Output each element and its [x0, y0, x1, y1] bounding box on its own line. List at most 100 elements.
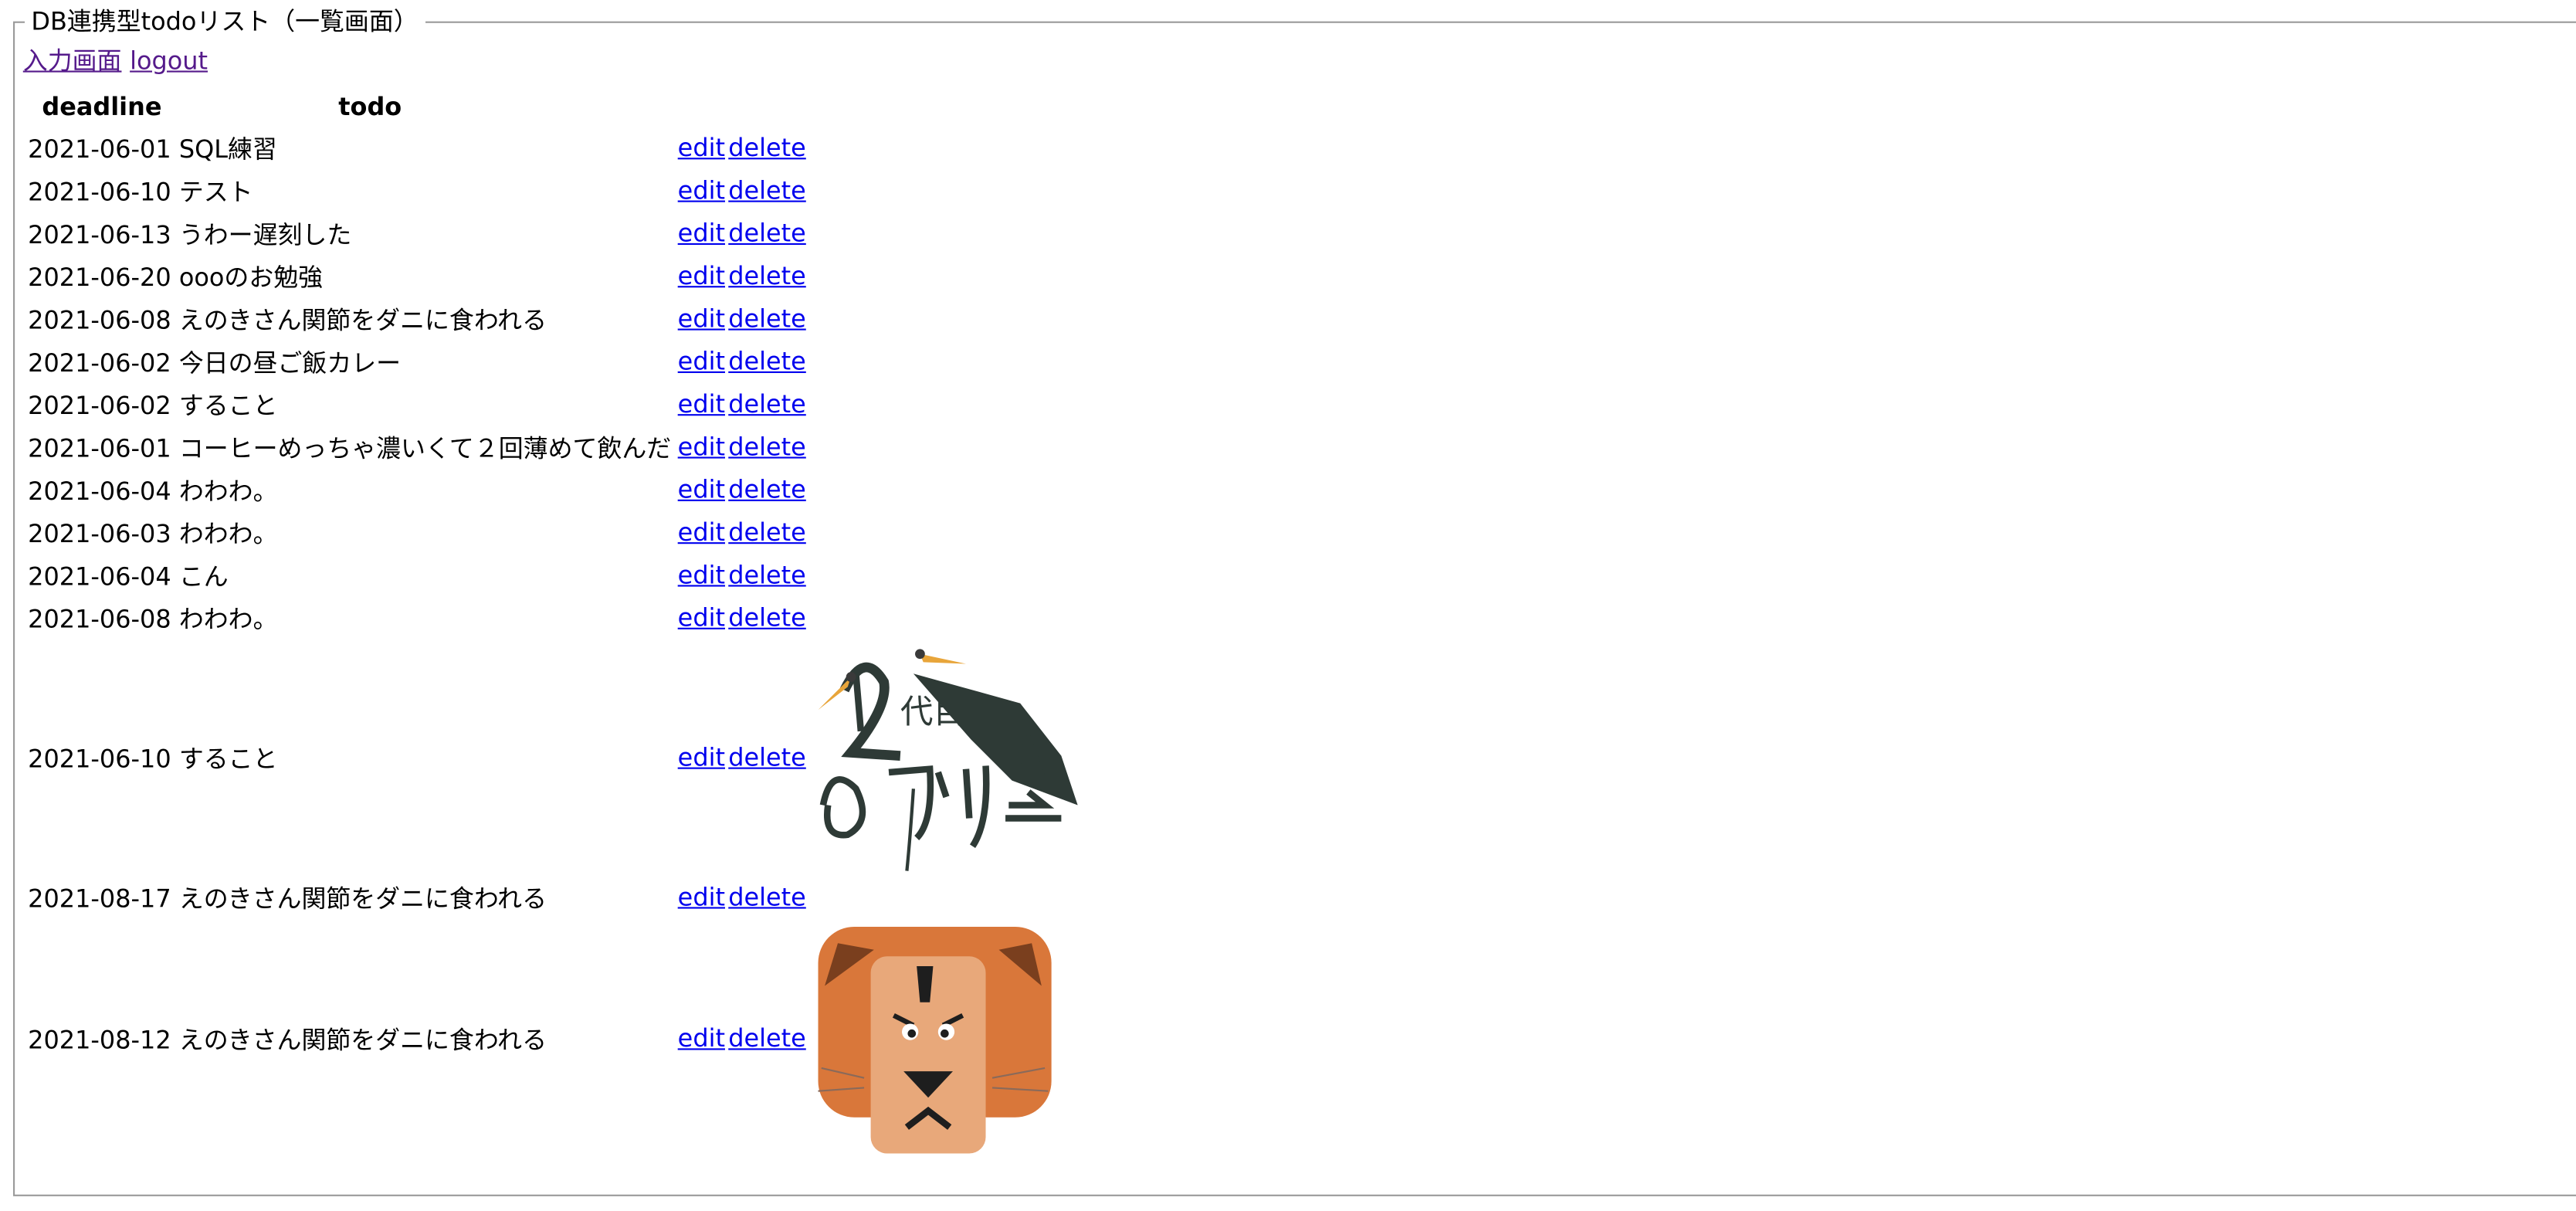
todo-cell: 2021-06-08 わわわ。	[26, 598, 673, 637]
todo-value: SQL練習	[178, 134, 277, 164]
actions-cell: edit delete	[676, 128, 812, 168]
todo-cell: 2021-06-04 こん	[26, 555, 673, 595]
image-cell	[814, 299, 1076, 338]
input-screen-link[interactable]: 入力画面	[23, 46, 122, 76]
delete-link[interactable]: delete	[728, 261, 806, 290]
deadline-header: deadline	[42, 92, 162, 122]
actions-cell: edit delete	[676, 256, 812, 296]
todo-cell: 2021-06-20 oooのお勉強	[26, 256, 673, 296]
delete-link[interactable]: delete	[728, 560, 806, 589]
delete-link[interactable]: delete	[728, 432, 806, 462]
table-row: 2021-06-10 すること edit delete 代目	[26, 640, 1077, 874]
delete-link[interactable]: delete	[728, 389, 806, 419]
delete-link[interactable]: delete	[728, 176, 806, 205]
edit-link[interactable]: edit	[678, 304, 725, 334]
todo-cell: 2021-06-10 すること	[26, 641, 673, 874]
actions-cell: edit delete	[676, 299, 812, 338]
fieldset-legend: DB連携型todoリスト（一覧画面）	[31, 6, 419, 36]
actions-cell: edit delete	[676, 470, 812, 509]
lion-pupil-right	[940, 1029, 948, 1038]
deadline-value: 2021-06-04	[28, 475, 171, 506]
image-cell	[814, 920, 1077, 1157]
table-row: 2021-06-03 わわわ。 edit delete	[26, 513, 1077, 552]
actions-cell: edit delete	[676, 513, 812, 552]
table-row: 2021-06-04 わわわ。 edit delete	[26, 470, 1077, 509]
todo-value: コーヒーめっちゃ濃いくて２回薄めて飲んだ	[178, 432, 672, 463]
todo-cell: 2021-06-01 コーヒーめっちゃ濃いくて２回薄めて飲んだ	[26, 427, 673, 466]
image-cell: 代目	[814, 640, 1077, 874]
todo-cell: 2021-06-01 SQL練習	[26, 128, 673, 168]
edit-link[interactable]: edit	[678, 219, 725, 248]
delete-link[interactable]: delete	[728, 1023, 806, 1053]
deadline-value: 2021-06-01	[28, 432, 171, 463]
edit-link[interactable]: edit	[678, 743, 725, 772]
deadline-value: 2021-06-13	[28, 219, 171, 249]
todo-cell: 2021-08-17 えのきさん関節をダニに食われる	[26, 877, 673, 917]
crane-script-daime: 代目	[900, 694, 965, 731]
deadline-value: 2021-06-04	[28, 561, 171, 591]
actions-cell: edit delete	[676, 877, 812, 917]
image-cell	[814, 470, 1076, 509]
delete-link[interactable]: delete	[728, 347, 806, 376]
image-cell	[814, 877, 1076, 917]
table-row: 2021-06-10 テスト edit delete	[26, 171, 1077, 210]
todo-value: えのきさん関節をダニに食われる	[178, 883, 547, 913]
table-row: 2021-06-02 すること edit delete	[26, 385, 1077, 424]
edit-link[interactable]: edit	[678, 882, 725, 911]
image-cell	[814, 555, 1076, 595]
edit-link[interactable]: edit	[678, 517, 725, 547]
todo-value: 今日の昼ご飯カレー	[178, 347, 402, 378]
image-cell	[814, 256, 1076, 296]
edit-link[interactable]: edit	[678, 347, 725, 376]
delete-link[interactable]: delete	[728, 743, 806, 772]
edit-link[interactable]: edit	[678, 560, 725, 589]
image-cell	[814, 385, 1076, 424]
deadline-value: 2021-06-10	[28, 743, 171, 774]
table-row: 2021-06-08 わわわ。 edit delete	[26, 598, 1077, 637]
deadline-value: 2021-06-02	[28, 390, 171, 420]
edit-link[interactable]: edit	[678, 432, 725, 462]
table-header-row: deadline todo	[26, 89, 1077, 125]
crane-eye-right	[914, 649, 924, 660]
table-row: 2021-06-02 今日の昼ご飯カレー edit delete	[26, 342, 1077, 382]
actions-cell: edit delete	[676, 342, 812, 382]
delete-link[interactable]: delete	[728, 304, 806, 334]
todo-cell: 2021-06-08 えのきさん関節をダニに食われる	[26, 299, 673, 338]
edit-link[interactable]: edit	[678, 133, 725, 162]
delete-link[interactable]: delete	[728, 219, 806, 248]
actions-cell: edit delete	[676, 555, 812, 595]
todo-value: すること	[178, 743, 278, 774]
delete-link[interactable]: delete	[728, 882, 806, 911]
actions-cell: edit delete	[676, 641, 812, 874]
table-row: 2021-06-04 こん edit delete	[26, 555, 1077, 595]
delete-link[interactable]: delete	[728, 133, 806, 162]
image-cell	[814, 598, 1076, 637]
edit-link[interactable]: edit	[678, 1023, 725, 1053]
image-header	[814, 89, 1076, 125]
todo-value: わわわ。	[178, 475, 278, 506]
delete-link[interactable]: delete	[728, 475, 806, 504]
edit-link[interactable]: edit	[678, 261, 725, 290]
edit-link[interactable]: edit	[678, 176, 725, 205]
delete-link[interactable]: delete	[728, 517, 806, 547]
todo-value: えのきさん関節をダニに食われる	[178, 1024, 547, 1054]
todo-cell: 2021-06-02 今日の昼ご飯カレー	[26, 342, 673, 382]
todo-cell: 2021-06-04 わわわ。	[26, 470, 673, 509]
edit-link[interactable]: edit	[678, 475, 725, 504]
table-row: 2021-06-20 oooのお勉強 edit delete	[26, 256, 1077, 296]
deadline-value: 2021-06-02	[28, 347, 171, 378]
top-nav: 入力画面 logout	[23, 46, 216, 76]
image-cell	[814, 128, 1076, 168]
lion-face-image	[814, 920, 1077, 1157]
table-row: 2021-06-08 えのきさん関節をダニに食われる edit delete	[26, 299, 1077, 338]
delete-link[interactable]: delete	[728, 603, 806, 633]
edit-link[interactable]: edit	[678, 389, 725, 419]
actions-cell: edit delete	[676, 920, 812, 1156]
todo-value: テスト	[178, 176, 253, 207]
logout-link[interactable]: logout	[130, 46, 208, 76]
table-row: 2021-06-01 SQL練習 edit delete	[26, 128, 1077, 168]
todo-value: すること	[178, 390, 278, 420]
image-cell	[814, 342, 1076, 382]
edit-link[interactable]: edit	[678, 603, 725, 633]
deadline-value: 2021-06-20	[28, 262, 171, 292]
